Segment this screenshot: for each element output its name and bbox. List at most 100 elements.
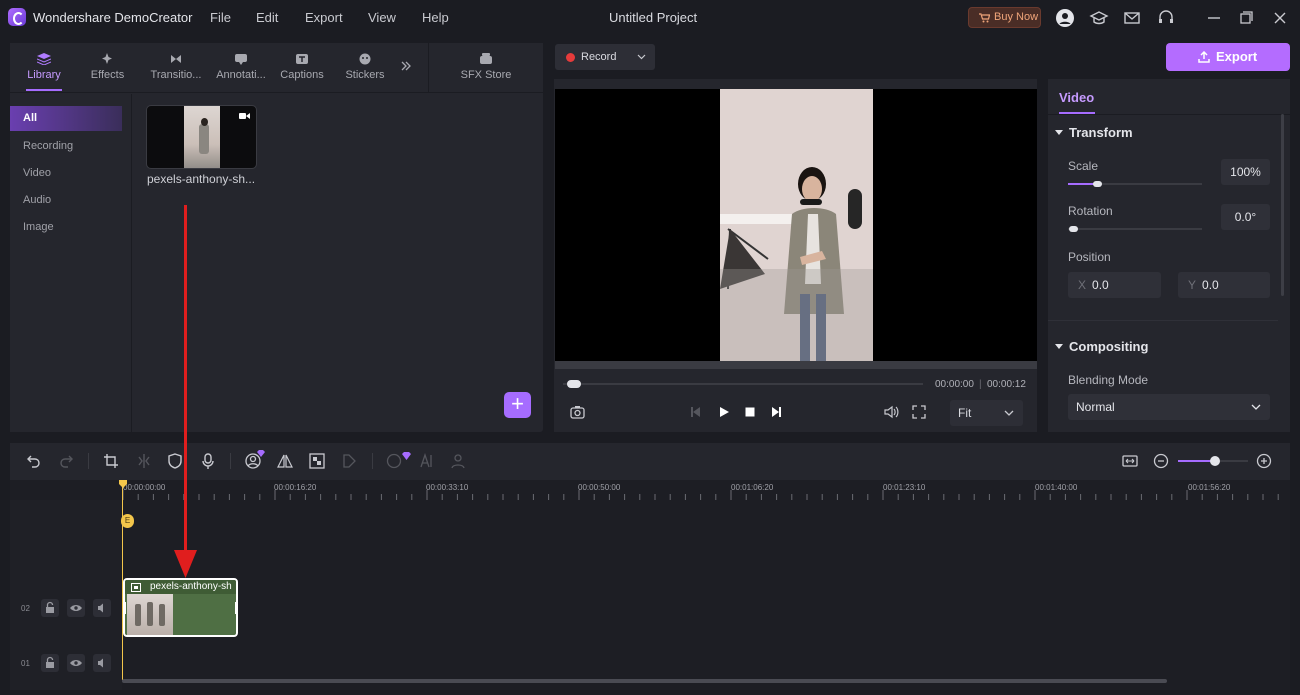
snapshot-camera-icon[interactable]: [570, 405, 585, 419]
y-axis-label: Y: [1188, 278, 1197, 292]
zoom-slider-handle[interactable]: [1210, 456, 1220, 466]
video-frame: [720, 89, 873, 361]
account-icon[interactable]: [1055, 8, 1075, 28]
tab-annotations[interactable]: Annotati...: [210, 43, 272, 93]
chevron-down-icon: [637, 54, 646, 60]
record-label: Record: [581, 51, 617, 63]
category-video[interactable]: Video: [10, 161, 122, 186]
playhead-line[interactable]: [122, 480, 123, 680]
fit-select[interactable]: Fit: [950, 400, 1023, 426]
buy-now-button[interactable]: Buy Now: [968, 7, 1041, 28]
ai-text-icon[interactable]: [419, 453, 435, 469]
track-lock-button[interactable]: [41, 599, 59, 617]
rotation-slider-track[interactable]: [1068, 228, 1202, 230]
more-tabs-chevron-icon[interactable]: [400, 60, 412, 72]
play-icon[interactable]: [718, 406, 730, 418]
scale-slider-handle[interactable]: [1093, 181, 1102, 187]
tab-video-properties[interactable]: Video: [1059, 90, 1094, 105]
tutorial-cap-icon[interactable]: [1089, 8, 1109, 28]
ai-tool-circle-icon[interactable]: [386, 453, 402, 469]
menu-edit[interactable]: Edit: [256, 10, 278, 25]
position-y-field[interactable]: Y 0.0: [1178, 272, 1270, 298]
add-media-button[interactable]: +: [504, 392, 531, 418]
category-audio[interactable]: Audio: [10, 188, 122, 213]
tab-captions[interactable]: Captions: [276, 43, 328, 93]
playhead-top-marker-icon[interactable]: [119, 480, 127, 488]
mosaic-icon[interactable]: [309, 453, 325, 469]
menu-help[interactable]: Help: [422, 10, 449, 25]
stop-icon[interactable]: [744, 406, 756, 418]
current-time: 00:00:00: [935, 379, 974, 390]
export-button[interactable]: Export: [1166, 43, 1290, 71]
video-camera-icon: [239, 113, 250, 119]
mail-icon[interactable]: [1122, 8, 1142, 28]
lock-icon: [46, 601, 54, 613]
transform-section-header[interactable]: Transform: [1055, 125, 1133, 140]
blending-mode-select[interactable]: Normal: [1068, 394, 1270, 420]
tab-transitions[interactable]: Transitio...: [145, 43, 207, 93]
playhead-marker[interactable]: E: [121, 514, 134, 528]
microphone-icon[interactable]: [200, 453, 216, 469]
menu-export[interactable]: Export: [305, 10, 343, 25]
playback-progress-track[interactable]: [563, 383, 923, 385]
category-image[interactable]: Image: [10, 215, 122, 240]
eye-icon: [70, 605, 82, 611]
mirror-icon[interactable]: [277, 453, 293, 469]
split-icon[interactable]: [136, 453, 152, 469]
scale-slider-fill: [1068, 183, 1096, 185]
category-recording[interactable]: Recording: [10, 134, 122, 159]
media-thumbnail[interactable]: [146, 105, 257, 169]
menu-view[interactable]: View: [368, 10, 396, 25]
toolbar-separator: [230, 453, 231, 469]
zoom-in-icon[interactable]: [1256, 453, 1272, 469]
close-icon[interactable]: [1270, 8, 1290, 28]
track-visibility-button[interactable]: [67, 599, 85, 617]
tab-stickers[interactable]: Stickers: [340, 43, 390, 93]
properties-scrollbar[interactable]: [1281, 114, 1284, 296]
tab-effects[interactable]: Effects: [80, 43, 135, 93]
mark-shield-icon[interactable]: [167, 453, 183, 469]
clip-trim-left-handle[interactable]: [125, 602, 126, 614]
premium-diamond-icon: [402, 452, 411, 460]
clip-trim-right-handle[interactable]: [235, 602, 236, 614]
blending-mode-label: Blending Mode: [1068, 373, 1149, 387]
tab-stickers-label: Stickers: [345, 69, 385, 81]
category-all[interactable]: All: [10, 106, 122, 131]
ruler-label: 00:00:16:20: [274, 483, 317, 492]
tab-sfx-store[interactable]: SFX Store: [428, 43, 543, 93]
next-frame-icon[interactable]: [770, 406, 782, 418]
menu-file[interactable]: File: [210, 10, 231, 25]
volume-icon[interactable]: [884, 405, 899, 419]
redo-icon[interactable]: [58, 453, 74, 469]
track-mute-button[interactable]: [93, 599, 111, 617]
rotation-slider-handle[interactable]: [1069, 226, 1078, 232]
tab-library[interactable]: Library: [20, 43, 68, 93]
crop-icon[interactable]: [103, 453, 119, 469]
undo-icon[interactable]: [26, 453, 42, 469]
rotation-value-field[interactable]: 0.0°: [1221, 204, 1270, 230]
chevron-down-icon: [1004, 410, 1014, 416]
timeline-ruler[interactable]: [10, 480, 1290, 500]
track-mute-button[interactable]: [93, 654, 111, 672]
track-lock-button[interactable]: [41, 654, 59, 672]
fullscreen-icon[interactable]: [912, 405, 926, 419]
previous-frame-icon[interactable]: [690, 406, 702, 418]
timeline-horizontal-scrollbar[interactable]: [122, 679, 1167, 683]
zoom-out-icon[interactable]: [1153, 453, 1169, 469]
compositing-section-header[interactable]: Compositing: [1055, 339, 1148, 354]
record-button[interactable]: Record: [555, 44, 655, 70]
playback-progress-handle[interactable]: [567, 380, 581, 388]
tab-library-label: Library: [27, 69, 61, 81]
fit-timeline-icon[interactable]: [1122, 453, 1138, 469]
position-x-value: 0.0: [1092, 278, 1109, 292]
tab-annotations-label: Annotati...: [216, 69, 266, 81]
scale-value-field[interactable]: 100%: [1221, 159, 1270, 185]
export-clip-icon[interactable]: [342, 453, 358, 469]
ai-person-icon[interactable]: [451, 453, 467, 469]
video-frame-image: [720, 89, 873, 361]
track-visibility-button[interactable]: [67, 654, 85, 672]
support-headset-icon[interactable]: [1156, 8, 1176, 28]
maximize-icon[interactable]: [1236, 8, 1256, 28]
minimize-icon[interactable]: [1204, 8, 1224, 28]
position-x-field[interactable]: X 0.0: [1068, 272, 1161, 298]
